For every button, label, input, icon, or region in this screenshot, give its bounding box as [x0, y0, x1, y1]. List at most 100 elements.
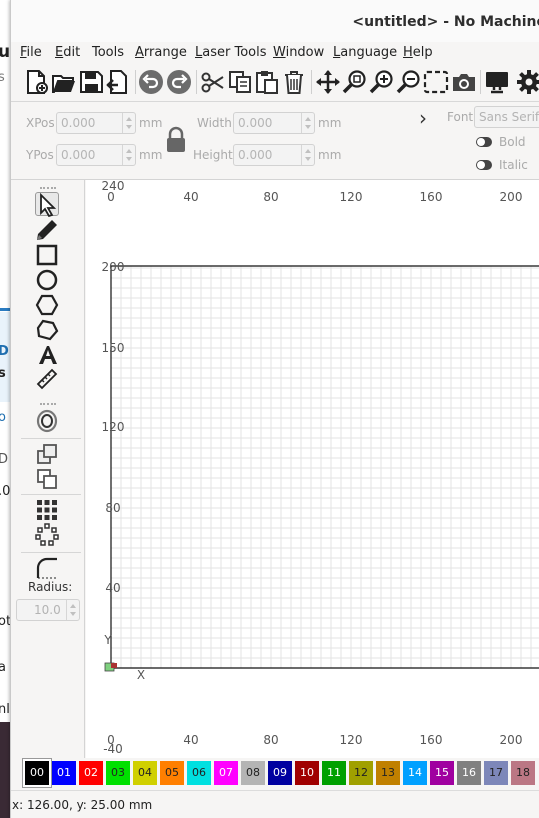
- height-input[interactable]: 0.000: [233, 144, 315, 166]
- menu-laser-tools[interactable]: Laser Tools: [195, 45, 267, 60]
- menu-language[interactable]: Language: [333, 45, 397, 60]
- ruler-bottom-label: 40: [183, 733, 198, 747]
- ruler-bottom-label: 200: [500, 733, 523, 747]
- export-icon[interactable]: [105, 69, 131, 95]
- zoom-fit-icon[interactable]: [342, 69, 368, 95]
- color-swatch-17[interactable]: 17: [484, 761, 508, 785]
- star-icon[interactable]: [35, 318, 59, 342]
- color-swatch-11[interactable]: 11: [322, 761, 346, 785]
- italic-label: Italic: [499, 158, 528, 172]
- color-swatch-12[interactable]: 12: [349, 761, 373, 785]
- color-swatch-14[interactable]: 14: [403, 761, 427, 785]
- save-icon[interactable]: [78, 69, 104, 95]
- ruler-top-label: 40: [183, 190, 198, 204]
- bg-text: s: [0, 70, 5, 85]
- menu-window[interactable]: Window: [273, 45, 324, 60]
- ruler-left-label: 200: [102, 260, 125, 274]
- rectangle-icon[interactable]: [35, 243, 59, 267]
- offset-icon[interactable]: [35, 409, 59, 433]
- color-swatch-13[interactable]: 13: [376, 761, 400, 785]
- text-icon[interactable]: [35, 343, 59, 367]
- difference-icon[interactable]: [35, 467, 59, 491]
- select-frame-icon[interactable]: [423, 69, 449, 95]
- rounded-corner-icon[interactable]: [35, 556, 59, 580]
- menu-tools[interactable]: Tools: [92, 45, 124, 60]
- bold-label: Bold: [499, 135, 526, 149]
- italic-toggle[interactable]: [476, 160, 492, 170]
- zoom-in-icon[interactable]: [369, 69, 395, 95]
- delete-icon[interactable]: [281, 69, 307, 95]
- ellipse-icon[interactable]: [35, 268, 59, 292]
- ruler-top-label: 160: [420, 190, 443, 204]
- font-select[interactable]: Sans Serif: [474, 106, 539, 128]
- ypos-input[interactable]: 0.000: [56, 144, 136, 166]
- bg-text: u: [0, 42, 11, 62]
- bg-text: o: [0, 410, 6, 425]
- measure-icon[interactable]: [35, 367, 59, 391]
- menu-file[interactable]: File: [20, 45, 42, 60]
- open-folder-icon[interactable]: [51, 69, 77, 95]
- select-arrow-icon[interactable]: [35, 192, 59, 218]
- color-swatch-16[interactable]: 16: [457, 761, 481, 785]
- menu-edit[interactable]: Edit: [55, 45, 80, 60]
- lock-aspect-icon[interactable]: [165, 126, 187, 154]
- bg-text: .0: [0, 484, 11, 499]
- menu-arrange[interactable]: Arrange: [135, 45, 187, 60]
- settings-icon[interactable]: [516, 69, 539, 95]
- ruler-left-label: 240: [102, 180, 125, 193]
- pencil-icon[interactable]: [35, 218, 59, 242]
- ruler-left-label: 120: [102, 420, 125, 434]
- drawing-canvas[interactable]: 0 40 80 120 160 200 0 40 80 120 160 200 240 200 150 120…: [86, 179, 539, 758]
- xpos-input[interactable]: 0.000: [56, 112, 136, 134]
- redo-icon[interactable]: [166, 69, 192, 95]
- color-swatch-04[interactable]: 04: [133, 761, 157, 785]
- ypos-label: YPos: [26, 148, 54, 162]
- height-unit: mm: [318, 148, 342, 162]
- undo-icon[interactable]: [138, 69, 164, 95]
- width-input[interactable]: 0.000: [233, 112, 315, 134]
- radius-input[interactable]: 10.0: [16, 599, 80, 621]
- ypos-unit: mm: [139, 148, 163, 162]
- bg-text: a: [0, 660, 6, 675]
- color-swatch-18[interactable]: 18: [511, 761, 535, 785]
- color-swatch-06[interactable]: 06: [187, 761, 211, 785]
- move-icon[interactable]: [315, 69, 341, 95]
- color-swatch-03[interactable]: 03: [106, 761, 130, 785]
- color-swatch-08[interactable]: 08: [241, 761, 265, 785]
- color-swatch-07[interactable]: 07: [214, 761, 238, 785]
- axis-x-label: X: [137, 668, 145, 682]
- color-swatch-15[interactable]: 15: [430, 761, 454, 785]
- color-swatch-00[interactable]: 00: [23, 759, 51, 787]
- xpos-label: XPos: [26, 116, 55, 130]
- width-label: Width: [197, 116, 232, 130]
- monitor-icon[interactable]: [484, 69, 510, 95]
- font-label: Font: [447, 110, 474, 124]
- color-swatch-09[interactable]: 09: [268, 761, 292, 785]
- canvas-grid: 0 40 80 120 160 2000 40 80 120 160 200240200150120…: [102, 179, 539, 756]
- circular-array-icon[interactable]: [35, 523, 59, 547]
- zoom-out-icon[interactable]: [396, 69, 422, 95]
- chevron-right-icon[interactable]: ›: [419, 106, 427, 130]
- window-title: <untitled> - No Machine: [352, 14, 539, 30]
- color-swatch-05[interactable]: 05: [160, 761, 184, 785]
- polygon-icon[interactable]: [35, 293, 59, 317]
- cut-icon[interactable]: [200, 69, 226, 95]
- color-swatch-01[interactable]: 01: [52, 761, 76, 785]
- ruler-left-label: 40: [105, 581, 120, 595]
- new-file-icon[interactable]: [23, 69, 49, 95]
- color-swatch-02[interactable]: 02: [79, 761, 103, 785]
- grid-array-icon[interactable]: [35, 498, 59, 522]
- menu-bar: File Edit Tools Arrange Laser Tools Window Lan…: [11, 42, 539, 64]
- bold-toggle[interactable]: [476, 137, 492, 147]
- left-toolbox: Radius: 10.0: [11, 180, 85, 758]
- paste-icon[interactable]: [254, 69, 280, 95]
- ruler-bottom-label: 160: [420, 733, 443, 747]
- camera-icon[interactable]: [451, 69, 477, 95]
- union-icon[interactable]: [35, 442, 59, 466]
- main-toolbar: [11, 64, 539, 102]
- title-bar[interactable]: <untitled> - No Machine: [11, 0, 539, 44]
- color-swatch-10[interactable]: 10: [295, 761, 319, 785]
- ruler-top-label: 120: [340, 190, 363, 204]
- menu-help[interactable]: Help: [403, 45, 433, 60]
- copy-icon[interactable]: [227, 69, 253, 95]
